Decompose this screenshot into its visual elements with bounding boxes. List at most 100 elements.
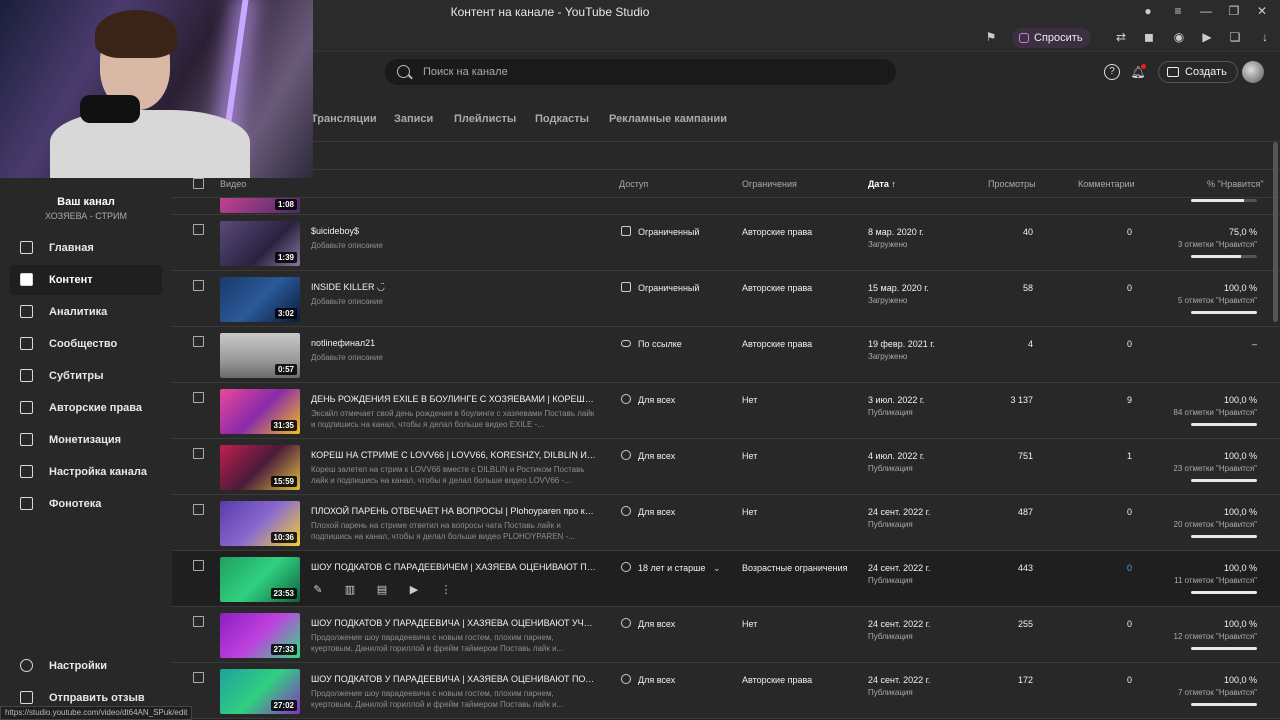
video-title[interactable]: ШОУ ПОДКАТОВ С ПАРАДЕЕВИЧЕМ | ХАЗЯЕВА ОЦ… bbox=[311, 562, 596, 572]
scrollbar[interactable] bbox=[1273, 142, 1278, 322]
row-checkbox[interactable] bbox=[193, 224, 204, 235]
video-thumbnail[interactable]: 27:33 bbox=[220, 613, 300, 658]
row-checkbox[interactable] bbox=[193, 392, 204, 403]
date-status: Публикация bbox=[868, 688, 913, 697]
video-title[interactable]: notlineфинал21 bbox=[311, 338, 596, 348]
video-title[interactable]: КОРЕШ НА СТРИМЕ С LOVV66 | LOVV66, KORES… bbox=[311, 450, 596, 460]
video-thumbnail[interactable]: 15:59 bbox=[220, 445, 300, 490]
tab-posts[interactable]: Записи bbox=[394, 113, 433, 125]
table-row[interactable]: 3:02 INSIDE KILLER ◡̈ Добавьте описание Огр… bbox=[172, 271, 1280, 327]
tab-live[interactable]: Трансляции bbox=[311, 113, 377, 125]
translate-icon[interactable]: ⇄ bbox=[1112, 30, 1130, 46]
video-title[interactable]: $uicideboy$ bbox=[311, 226, 596, 236]
restore-icon[interactable]: ❐ bbox=[1224, 4, 1244, 18]
visibility-value[interactable]: Для всех bbox=[638, 451, 675, 461]
collections-icon[interactable]: ❏ bbox=[1226, 30, 1244, 46]
extension-cat-icon[interactable]: ◼ bbox=[1140, 30, 1158, 46]
video-thumbnail[interactable]: 1:39 bbox=[220, 221, 300, 266]
more-options-icon[interactable]: ⋮ bbox=[439, 583, 453, 597]
sidebar-item-settings[interactable]: Настройки bbox=[10, 651, 162, 681]
sidebar-item-7[interactable]: Настройка канала bbox=[10, 457, 162, 487]
table-row[interactable]: 27:33 ШОУ ПОДКАТОВ У ПАРАДЕЕВИЧА | ХАЗЯЕВ… bbox=[172, 607, 1280, 663]
table-row[interactable]: 27:02 ШОУ ПОДКАТОВ У ПАРАДЕЕВИЧА | ХАЗЯЕВ… bbox=[172, 663, 1280, 719]
table-row-partial[interactable]: 1:08 bbox=[172, 198, 1280, 215]
sidebar-item-1[interactable]: Контент bbox=[10, 265, 162, 295]
channel-title: Ваш канал bbox=[57, 196, 115, 208]
sidebar-item-6[interactable]: Монетизация bbox=[10, 425, 162, 455]
minimize-icon[interactable]: — bbox=[1196, 4, 1216, 18]
table-row[interactable]: 0:57 notlineфинал21 Добавьте описание По сс… bbox=[172, 327, 1280, 383]
profile-icon[interactable]: ● bbox=[1138, 4, 1158, 18]
likes-percent: 75,0 % bbox=[1228, 227, 1257, 237]
video-title[interactable]: ШОУ ПОДКАТОВ У ПАРАДЕЕВИЧА | ХАЗЯЕВА ОЦЕ… bbox=[311, 674, 596, 684]
video-title[interactable]: INSIDE KILLER ◡̈ bbox=[311, 282, 596, 293]
row-checkbox[interactable] bbox=[193, 336, 204, 347]
tab-playlists[interactable]: Плейлисты bbox=[454, 113, 516, 125]
visibility-value[interactable]: Для всех bbox=[638, 619, 675, 629]
comments-value: 0 bbox=[1126, 339, 1132, 349]
vpn-icon[interactable]: ◉ bbox=[1170, 30, 1188, 46]
comments-icon[interactable]: ▤ bbox=[375, 583, 389, 597]
comments-value: 0 bbox=[1126, 507, 1132, 517]
video-title[interactable]: ПЛОХОЙ ПАРЕНЬ ОТВЕЧАЕТ НА ВОПРОСЫ | Ploh… bbox=[311, 506, 596, 516]
comments-value[interactable]: 0 bbox=[1062, 563, 1132, 573]
row-checkbox[interactable] bbox=[193, 448, 204, 459]
sidebar-item-3[interactable]: Сообщество bbox=[10, 329, 162, 359]
video-thumbnail[interactable]: 3:02 bbox=[220, 277, 300, 322]
header-date[interactable]: Дата ↑ bbox=[868, 179, 896, 189]
bookmark-icon[interactable]: ⚑ bbox=[982, 30, 1000, 46]
table-row[interactable]: 31:35 ДЕНЬ РОЖДЕНИЯ EXILE В БОУЛИНГЕ С ХО… bbox=[172, 383, 1280, 439]
visibility-value[interactable]: Ограниченный bbox=[638, 227, 699, 237]
row-checkbox[interactable] bbox=[193, 672, 204, 683]
table-row[interactable]: 1:39 $uicideboy$ Добавьте описание Ограниче… bbox=[172, 215, 1280, 271]
visibility-value[interactable]: Для всех bbox=[638, 395, 675, 405]
comments-value: 9 bbox=[1126, 395, 1132, 405]
likes-percent: 100,0 % bbox=[1223, 563, 1257, 573]
downloads-icon[interactable]: ↓ bbox=[1256, 30, 1274, 46]
video-thumbnail[interactable]: 31:35 bbox=[220, 389, 300, 434]
row-checkbox[interactable] bbox=[193, 560, 204, 571]
sidebar-item-5[interactable]: Авторские права bbox=[10, 393, 162, 423]
visibility-value[interactable]: 18 лет и старше bbox=[638, 563, 705, 573]
like-ratio-bar bbox=[1191, 703, 1257, 706]
edit-icon[interactable]: ✎ bbox=[311, 583, 325, 597]
sidebar-item-8[interactable]: Фонотека bbox=[10, 489, 162, 519]
video-thumbnail[interactable]: 10:36 bbox=[220, 501, 300, 546]
close-icon[interactable]: ✕ bbox=[1252, 4, 1272, 18]
table-row[interactable]: 15:59 КОРЕШ НА СТРИМЕ С LOVV66 | LOVV66, … bbox=[172, 439, 1280, 495]
chevron-down-icon[interactable]: ⌄ bbox=[713, 563, 721, 574]
table-row[interactable]: 23:53 ШОУ ПОДКАТОВ С ПАРАДЕЕВИЧЕМ | ХАЗЯЕ… bbox=[172, 551, 1280, 607]
help-icon[interactable]: ? bbox=[1104, 64, 1120, 80]
search-box[interactable]: Поиск на канале bbox=[385, 59, 896, 85]
search-input[interactable]: Поиск на канале bbox=[423, 66, 508, 78]
select-all-checkbox[interactable] bbox=[193, 178, 204, 189]
ask-button[interactable]: Спросить bbox=[1012, 28, 1091, 48]
tab-promotions[interactable]: Рекламные кампании bbox=[609, 113, 727, 125]
row-checkbox[interactable] bbox=[193, 280, 204, 291]
row-checkbox[interactable] bbox=[193, 616, 204, 627]
sidebar-item-4[interactable]: Субтитры bbox=[10, 361, 162, 391]
video-thumbnail[interactable]: 23:53 bbox=[220, 557, 300, 602]
table-row[interactable]: 10:36 ПЛОХОЙ ПАРЕНЬ ОТВЕЧАЕТ НА ВОПРОСЫ |… bbox=[172, 495, 1280, 551]
visibility-value[interactable]: Для всех bbox=[638, 507, 675, 517]
analytics-icon[interactable]: ▥ bbox=[343, 583, 357, 597]
tab-podcasts[interactable]: Подкасты bbox=[535, 113, 589, 125]
account-avatar[interactable] bbox=[1242, 61, 1264, 83]
video-thumbnail[interactable]: 0:57 bbox=[220, 333, 300, 378]
sidebar-item-2[interactable]: Аналитика bbox=[10, 297, 162, 327]
visibility-value[interactable]: По ссылке bbox=[638, 339, 682, 349]
video-title[interactable]: ШОУ ПОДКАТОВ У ПАРАДЕЕВИЧА | ХАЗЯЕВА ОЦЕ… bbox=[311, 618, 596, 628]
menu-icon[interactable]: ≡ bbox=[1168, 4, 1188, 18]
create-button[interactable]: Создать bbox=[1158, 61, 1238, 83]
youtube-icon[interactable]: ▶ bbox=[407, 583, 421, 597]
video-title[interactable]: ДЕНЬ РОЖДЕНИЯ EXILE В БОУЛИНГЕ С ХОЗЯЕВА… bbox=[311, 394, 596, 404]
visibility-value[interactable]: Ограниченный bbox=[638, 283, 699, 293]
video-thumbnail[interactable]: 27:02 bbox=[220, 669, 300, 714]
play-icon[interactable]: ▶ bbox=[1198, 30, 1216, 46]
filter-bar[interactable] bbox=[172, 142, 1280, 170]
visibility-value[interactable]: Для всех bbox=[638, 675, 675, 685]
sidebar-item-0[interactable]: Главная bbox=[10, 233, 162, 263]
row-checkbox[interactable] bbox=[193, 504, 204, 515]
video-thumbnail[interactable]: 1:08 bbox=[220, 198, 300, 213]
like-ratio-bar bbox=[1191, 311, 1257, 314]
